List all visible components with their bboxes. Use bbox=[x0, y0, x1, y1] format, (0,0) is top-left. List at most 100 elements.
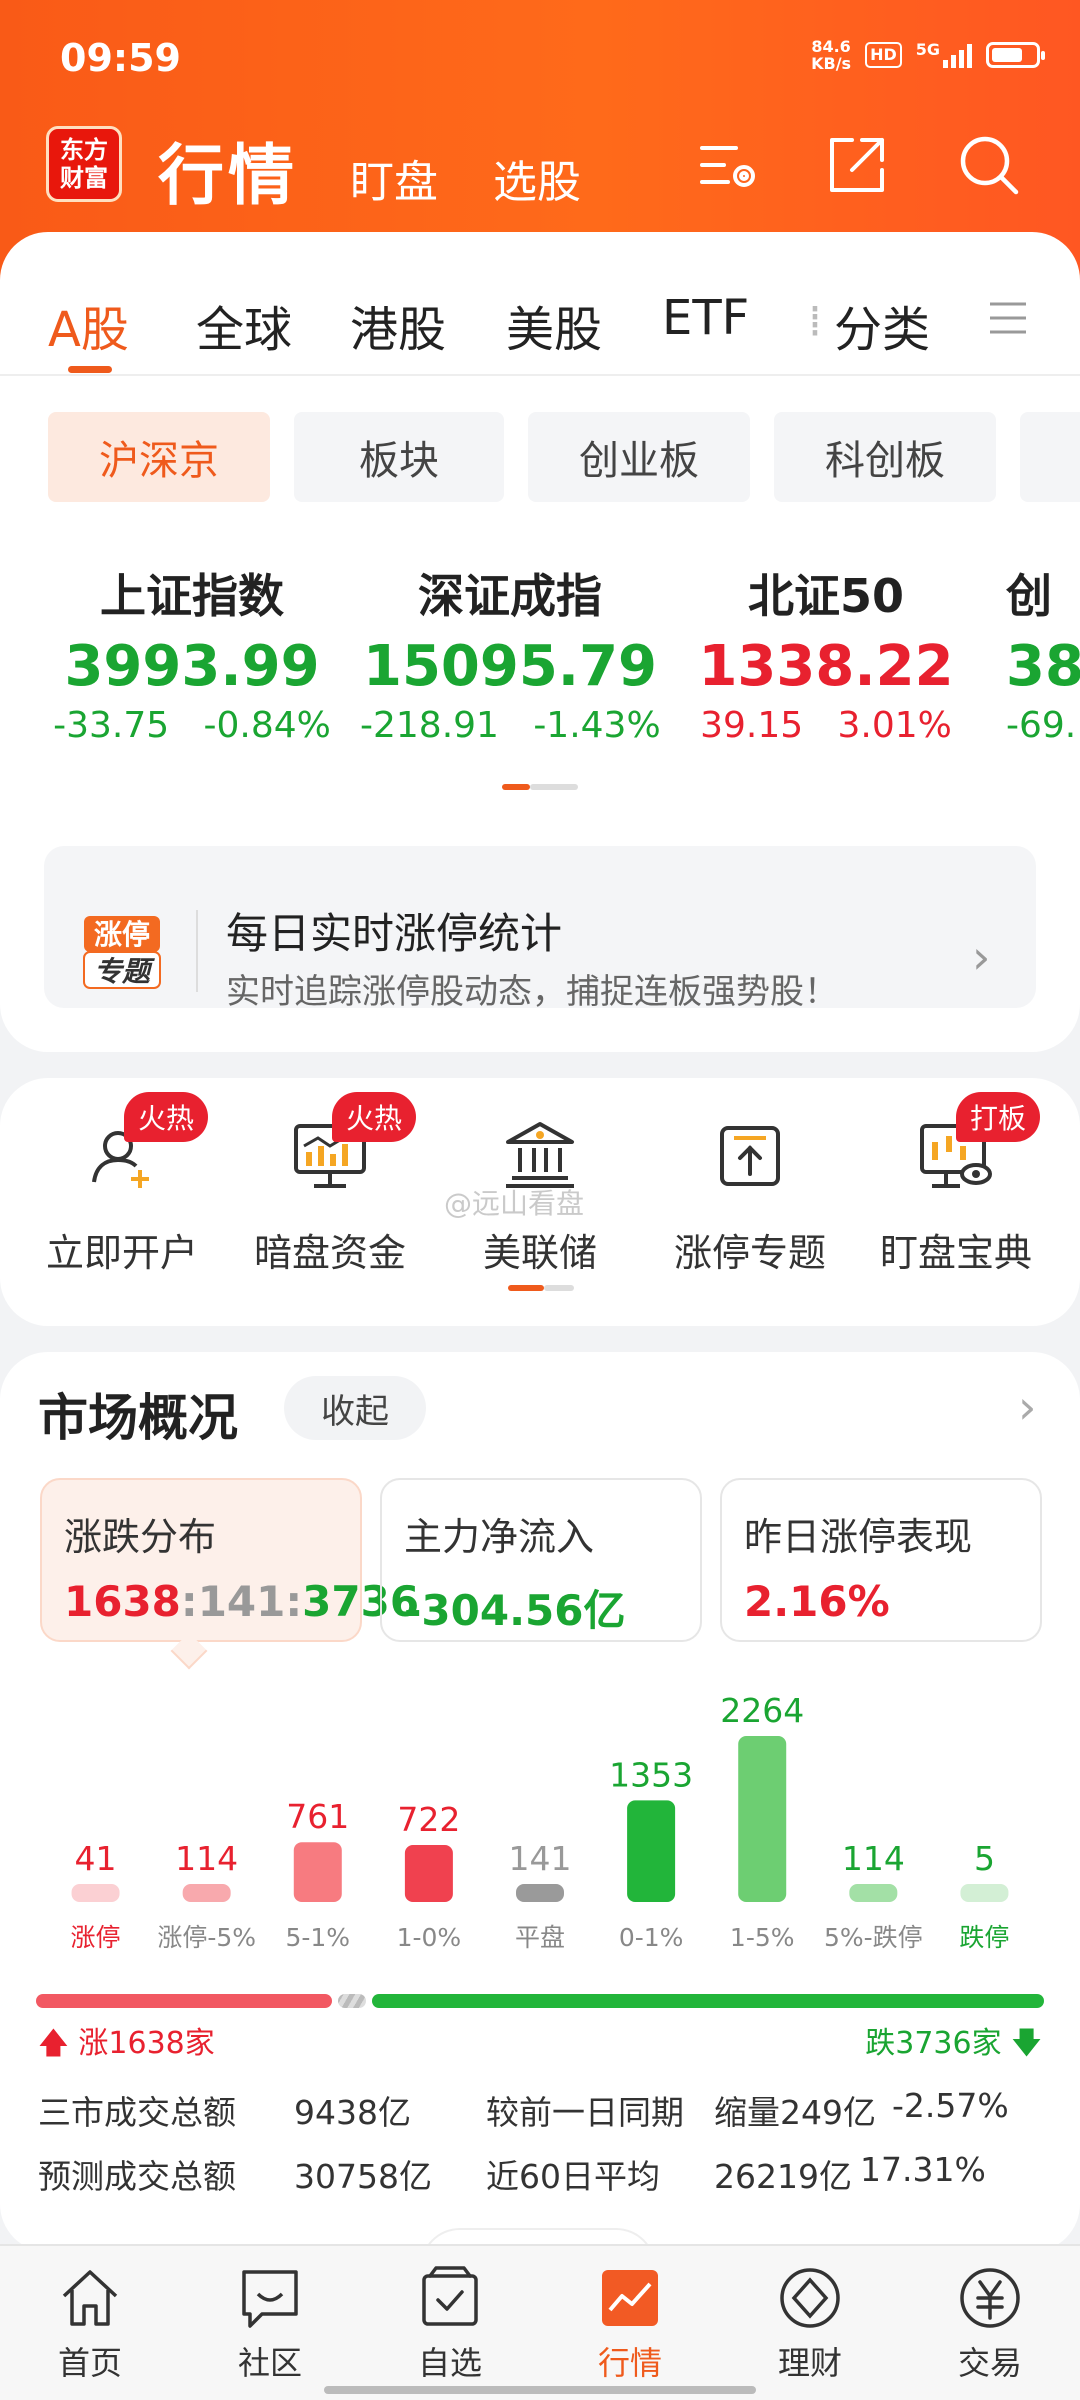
nav-market[interactable]: 行情 bbox=[540, 2264, 720, 2384]
tab-etf[interactable]: ETF bbox=[662, 290, 749, 346]
home-icon bbox=[62, 2270, 118, 2326]
quick-label: 暗盘资金 bbox=[253, 1231, 406, 1275]
index-name: 上证指数 bbox=[100, 569, 284, 623]
net-speed-unit: KB/s bbox=[811, 54, 852, 73]
fall-count: 跌3736家 🡇 bbox=[865, 2026, 1042, 2061]
chevron-right-icon: › bbox=[972, 930, 991, 984]
banner-subtitle: 实时追踪涨停股动态，捕捉连板强势股！ bbox=[226, 972, 838, 1012]
community-icon bbox=[242, 2270, 298, 2328]
status-time: 09:59 bbox=[60, 36, 181, 80]
index-change: -218.91 -1.43% bbox=[360, 705, 661, 746]
network-type: 5G bbox=[915, 40, 940, 59]
rise-ratio-bar bbox=[36, 1994, 332, 2008]
stat-value: 1638:141:3736 bbox=[64, 1577, 420, 1626]
nav-label: 理财 bbox=[777, 2344, 842, 2382]
nav-home[interactable]: 首页 bbox=[0, 2264, 180, 2384]
quick-limit-up-topic[interactable]: 涨停专题 bbox=[650, 1116, 850, 1277]
tab-us[interactable]: 美股 bbox=[506, 290, 602, 360]
tab-active-indicator bbox=[68, 366, 112, 373]
tab-a-shares[interactable]: A股 bbox=[48, 290, 129, 360]
chart-value-label: 141 bbox=[509, 1839, 572, 1878]
chip-chinext[interactable]: 创业板 bbox=[528, 412, 750, 502]
tab-stock-picker[interactable]: 选股 bbox=[493, 146, 581, 210]
flat-ratio-bar bbox=[338, 1994, 366, 2008]
forecast-volume-value: 30758亿 bbox=[294, 2157, 432, 2196]
stat-label: 涨跌分布 bbox=[64, 1515, 217, 1559]
chart-bar bbox=[182, 1884, 231, 1902]
hot-badge: 打板 bbox=[956, 1092, 1041, 1142]
tab-hk[interactable]: 港股 bbox=[350, 290, 446, 360]
status-icons: 84.6 KB/s HD 5G bbox=[811, 38, 1045, 73]
nav-finance[interactable]: 理财 bbox=[720, 2264, 900, 2384]
index-value: 3993.99 bbox=[64, 634, 320, 699]
compare-pct: -2.57% bbox=[892, 2086, 1009, 2125]
chart-bar bbox=[71, 1884, 120, 1902]
arrow-up-icon: 🡅 bbox=[38, 2026, 69, 2061]
chart-category-label: 平盘 bbox=[515, 1923, 565, 1952]
section-title: 市场概况 bbox=[38, 1389, 238, 1447]
index-card-partial[interactable]: 创 38 -69. bbox=[1006, 560, 1080, 746]
stat-rise-fall[interactable]: 涨跌分布 1638:141:3736 bbox=[40, 1478, 420, 1642]
menu-icon[interactable] bbox=[988, 298, 1028, 338]
watermark: @远山看盘 bbox=[444, 1187, 585, 1220]
search-icon[interactable] bbox=[954, 130, 1024, 200]
page-indicator bbox=[530, 784, 578, 790]
settings-list-icon[interactable] bbox=[694, 130, 764, 200]
tab-watch[interactable]: 盯盘 bbox=[350, 146, 438, 210]
signal-icon: 5G bbox=[916, 42, 972, 68]
nav-watchlist[interactable]: 自选 bbox=[360, 2264, 540, 2384]
limit-up-badge-icon: 涨停 专题 bbox=[83, 916, 161, 989]
chart-bar bbox=[849, 1884, 898, 1902]
chip-sectors[interactable]: 板块 bbox=[294, 412, 504, 502]
chip-shanghai-shenzhen-beijing[interactable]: 沪深京 bbox=[48, 412, 270, 502]
nav-label: 自选 bbox=[417, 2344, 482, 2382]
chart-category-label: 0-1% bbox=[619, 1923, 684, 1952]
compare-label: 较前一日同期 bbox=[486, 2093, 684, 2132]
tab-global[interactable]: 全球 bbox=[196, 290, 292, 360]
quick-label: 美联储 bbox=[482, 1231, 597, 1275]
index-card-sz[interactable]: 深证成指 15095.79 -218.91 -1.43% bbox=[360, 560, 661, 746]
index-card-sh[interactable]: 上证指数 3993.99 -33.75 -0.84% bbox=[42, 560, 342, 746]
chart-category-label: 1-5% bbox=[730, 1923, 795, 1952]
stat-label: 主力净流入 bbox=[404, 1515, 595, 1559]
chart-value-label: 41 bbox=[75, 1839, 117, 1878]
chevron-right-icon[interactable]: › bbox=[1018, 1380, 1036, 1434]
chart-bar bbox=[516, 1884, 564, 1902]
chart-bar bbox=[960, 1884, 1009, 1902]
nav-trade[interactable]: 交易 bbox=[900, 2264, 1080, 2384]
page-title[interactable]: 行情 bbox=[158, 122, 298, 218]
nav-label: 行情 bbox=[597, 2344, 662, 2382]
nav-community[interactable]: 社区 bbox=[180, 2264, 360, 2384]
tab-fade-glyph: ⁞ bbox=[808, 296, 822, 347]
index-name: 北证50 bbox=[747, 569, 904, 623]
page-indicator bbox=[544, 1285, 574, 1291]
market-icon bbox=[602, 2270, 658, 2326]
index-value: 38 bbox=[1006, 634, 1080, 699]
stat-limit-up-performance[interactable]: 昨日涨停表现 2.16% bbox=[720, 1478, 1042, 1642]
stat-net-inflow[interactable]: 主力净流入 -304.56亿 bbox=[380, 1478, 702, 1642]
avg-volume-value: 26219亿 bbox=[714, 2157, 852, 2196]
chart-bar bbox=[627, 1800, 676, 1902]
chart-category-label: 涨停-5% bbox=[157, 1923, 256, 1952]
chart-category-label: 1-0% bbox=[397, 1923, 462, 1952]
hd-icon: HD bbox=[865, 42, 902, 68]
chart-bar bbox=[293, 1842, 342, 1902]
logo-text-2: 财富 bbox=[60, 164, 108, 192]
chart-category-label: 涨停 bbox=[71, 1923, 121, 1952]
forecast-volume-label: 预测成交总额 bbox=[38, 2157, 236, 2196]
stat-value: 2.16% bbox=[744, 1577, 890, 1626]
chip-star-market[interactable]: 科创板 bbox=[774, 412, 996, 502]
total-volume-label: 三市成交总额 bbox=[38, 2093, 236, 2132]
watchlist-icon bbox=[422, 2266, 478, 2326]
index-card-bj50[interactable]: 北证50 1338.22 39.15 3.01% bbox=[676, 560, 976, 746]
tab-category[interactable]: 分类 bbox=[834, 290, 930, 360]
avg-volume-pct: 17.31% bbox=[860, 2150, 986, 2189]
quick-label: 涨停专题 bbox=[673, 1231, 826, 1275]
collapse-button[interactable]: 收起 bbox=[284, 1376, 426, 1440]
home-indicator bbox=[324, 2386, 756, 2394]
index-change: -33.75 -0.84% bbox=[53, 705, 331, 746]
share-icon[interactable] bbox=[822, 130, 892, 200]
chip-more[interactable] bbox=[1020, 412, 1080, 502]
trade-icon bbox=[960, 2268, 1020, 2328]
arrow-down-icon: 🡇 bbox=[1011, 2026, 1042, 2061]
